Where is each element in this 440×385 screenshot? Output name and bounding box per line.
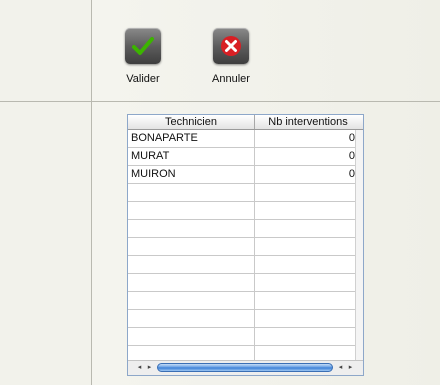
table-row[interactable] xyxy=(128,184,356,202)
table-row[interactable]: MUIRON 0 xyxy=(128,166,356,184)
technicien-cell xyxy=(128,256,255,273)
table-row[interactable] xyxy=(128,202,356,220)
scroll-left-icon[interactable]: ◂ xyxy=(336,363,345,372)
technician-grid[interactable]: Technicien Nb interventions BONAPARTE 0 … xyxy=(127,114,364,376)
valider-label: Valider xyxy=(126,73,160,85)
scroll-left-icon[interactable]: ◂ xyxy=(135,363,144,372)
technicien-cell xyxy=(128,328,255,345)
valider-button[interactable]: Valider xyxy=(119,28,167,85)
checkmark-icon xyxy=(125,28,161,64)
technicien-cell xyxy=(128,238,255,255)
technicien-cell: MURAT xyxy=(128,148,255,165)
table-row[interactable]: BONAPARTE 0 xyxy=(128,130,356,148)
vertical-scrollbar[interactable] xyxy=(355,130,363,362)
table-row[interactable] xyxy=(128,256,356,274)
nb-interventions-cell xyxy=(255,184,356,201)
nb-interventions-cell xyxy=(255,310,356,327)
table-row[interactable] xyxy=(128,292,356,310)
nb-interventions-cell xyxy=(255,328,356,345)
table-row[interactable] xyxy=(128,238,356,256)
technicien-cell xyxy=(128,220,255,237)
column-header-technicien[interactable]: Technicien xyxy=(128,115,255,129)
technicien-cell xyxy=(128,310,255,327)
annuler-label: Annuler xyxy=(212,73,250,85)
table-row[interactable] xyxy=(128,328,356,346)
technicien-cell: MUIRON xyxy=(128,166,255,183)
nb-interventions-cell xyxy=(255,220,356,237)
scrollbar-thumb[interactable] xyxy=(157,363,333,372)
nb-interventions-cell: 0 xyxy=(348,168,355,180)
table-row[interactable] xyxy=(128,220,356,238)
column-header-nb-interventions[interactable]: Nb interventions xyxy=(255,115,361,129)
grid-header: Technicien Nb interventions xyxy=(128,115,363,130)
scroll-right-icon[interactable]: ▸ xyxy=(346,363,355,372)
close-icon xyxy=(213,28,249,64)
table-row[interactable] xyxy=(128,274,356,292)
nb-interventions-cell xyxy=(255,238,356,255)
annuler-button[interactable]: Annuler xyxy=(206,28,256,85)
horizontal-scrollbar[interactable]: ◂ ▸ ◂ ▸ xyxy=(128,360,363,375)
technicien-cell xyxy=(128,292,255,309)
nb-interventions-cell: 0 xyxy=(348,150,355,162)
technicien-cell: BONAPARTE xyxy=(128,130,255,147)
technicien-cell xyxy=(128,202,255,219)
nb-interventions-cell xyxy=(255,202,356,219)
left-panel xyxy=(0,0,91,385)
technicien-cell xyxy=(128,274,255,291)
nb-interventions-cell xyxy=(255,292,356,309)
nb-interventions-cell: 0 xyxy=(348,132,355,144)
horizontal-divider xyxy=(0,101,440,102)
nb-interventions-cell xyxy=(255,256,356,273)
grid-body: BONAPARTE 0 MURAT 0 MUIRON 0 xyxy=(128,130,356,364)
table-row[interactable] xyxy=(128,310,356,328)
technicien-cell xyxy=(128,184,255,201)
scroll-right-icon[interactable]: ▸ xyxy=(145,363,154,372)
table-row[interactable]: MURAT 0 xyxy=(128,148,356,166)
nb-interventions-cell xyxy=(255,274,356,291)
